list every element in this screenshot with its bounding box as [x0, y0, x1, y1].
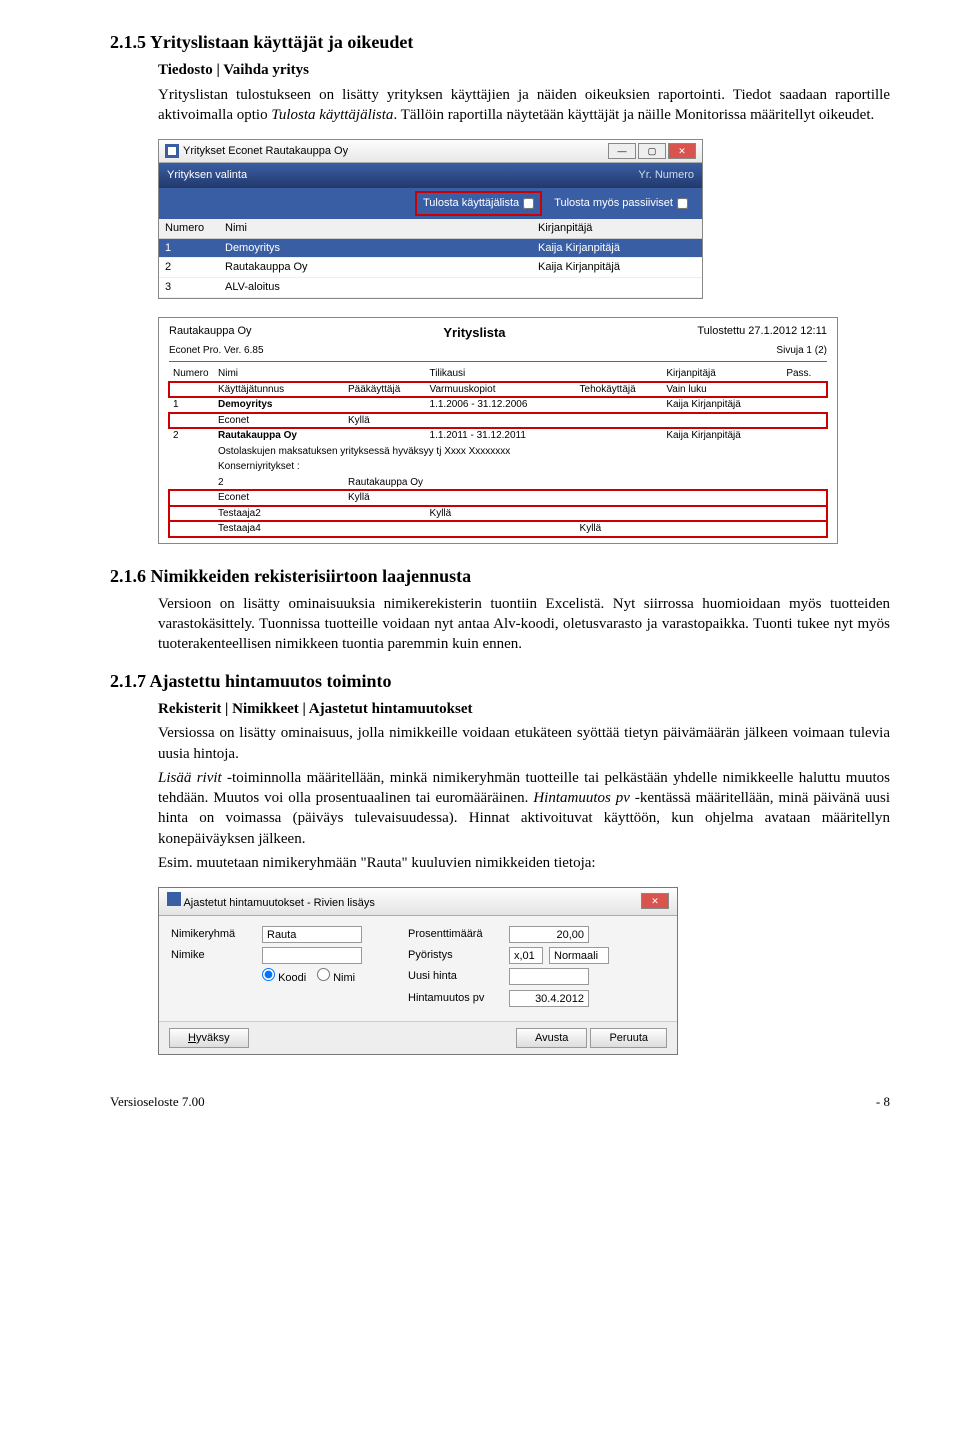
col-numero[interactable]: Numero — [159, 219, 219, 238]
report-pages: Sivuja 1 (2) — [776, 344, 827, 358]
app-icon — [165, 144, 179, 158]
breadcrumb-217: Rekisterit | Nimikkeet | Ajastetut hinta… — [158, 701, 473, 717]
input-pyoristys-1[interactable]: x,01 — [509, 947, 543, 964]
radio-nimi[interactable]: Nimi — [317, 968, 362, 986]
close-button[interactable]: ✕ — [668, 143, 696, 159]
subheader: Yrityksen valinta Yr. Numero — [159, 163, 702, 188]
table-row[interactable]: 1DemoyritysKaija Kirjanpitäjä — [159, 238, 702, 258]
dialog-title-text: Ajastetut hintamuutokset - Rivien lisäys — [183, 897, 374, 909]
label-uusi-hinta: Uusi hinta — [408, 969, 503, 984]
app-window-yritykset: Yritykset Econet Rautakauppa Oy — ▢ ✕ Yr… — [158, 139, 703, 299]
col-nimi[interactable]: Nimi — [219, 219, 532, 238]
footer-right: - 8 — [876, 1093, 890, 1111]
subheader-title: Yrityksen valinta — [167, 168, 247, 183]
minimize-button[interactable]: — — [608, 143, 636, 159]
peruuta-button[interactable]: Peruuta — [590, 1028, 667, 1048]
breadcrumb-215: Tiedosto | Vaihda yritys — [158, 62, 309, 78]
label-pyoristys: Pyöristys — [408, 948, 503, 963]
heading-215: 2.1.5 Yrityslistaan käyttäjät ja oikeude… — [110, 30, 890, 54]
titlebar: Yritykset Econet Rautakauppa Oy — ▢ ✕ — [159, 140, 702, 163]
para-216: Versioon on lisätty ominaisuuksia nimike… — [158, 594, 890, 655]
radio-koodi[interactable]: Koodi — [262, 968, 307, 986]
titlebar-text: Yritykset Econet Rautakauppa Oy — [183, 144, 348, 159]
dialog-ajastetut-hintamuutokset: Ajastetut hintamuutokset - Rivien lisäys… — [158, 887, 678, 1055]
para-217-2: Lisää rivit -toiminnolla määritellään, m… — [158, 768, 890, 849]
input-uusi-hinta[interactable] — [509, 968, 589, 985]
label-prosenttimaara: Prosenttimäärä — [408, 927, 503, 942]
heading-216: 2.1.6 Nimikkeiden rekisterisiirtoon laaj… — [110, 564, 890, 588]
company-table: Numero Nimi Kirjanpitäjä 1DemoyritysKaij… — [159, 219, 702, 298]
footer-left: Versioseloste 7.00 — [110, 1093, 205, 1111]
dialog-close-button[interactable]: ✕ — [641, 893, 669, 909]
label-hintamuutos-pv: Hintamuutos pv — [408, 991, 503, 1006]
maximize-button[interactable]: ▢ — [638, 143, 666, 159]
table-row[interactable]: 3ALV-aloitus — [159, 278, 702, 298]
col-kirjanpitaja[interactable]: Kirjanpitäjä — [532, 219, 702, 238]
para-215: Yrityslistan tulostukseen on lisätty yri… — [158, 85, 890, 126]
section-216: 2.1.6 Nimikkeiden rekisterisiirtoon laaj… — [110, 564, 890, 655]
chk-tulosta-passiiviset[interactable]: Tulosta myös passiiviset — [548, 191, 694, 216]
para-217-1: Versiossa on lisätty ominaisuus, jolla n… — [158, 723, 890, 764]
report-yrityslista: Rautakauppa Oy Yrityslista Tulostettu 27… — [158, 317, 838, 544]
label-nimike: Nimike — [171, 948, 256, 963]
input-nimike[interactable] — [262, 947, 362, 964]
chk-tulosta-kayttajalista[interactable]: Tulosta käyttäjälista — [415, 191, 542, 216]
dialog-icon — [167, 892, 181, 906]
report-company: Rautakauppa Oy — [169, 324, 252, 342]
report-title: Yrityslista — [443, 324, 505, 342]
heading-217: 2.1.7 Ajastettu hintamuutos toiminto — [110, 669, 890, 693]
input-pyoristys-2[interactable]: Normaali — [549, 947, 609, 964]
page-footer: Versioseloste 7.00 - 8 — [110, 1093, 890, 1111]
subheader-right: Yr. Numero — [638, 168, 694, 183]
section-215: 2.1.5 Yrityslistaan käyttäjät ja oikeude… — [110, 30, 890, 125]
label-nimikeryhma: Nimikeryhmä — [171, 927, 256, 942]
input-hintamuutos-pv[interactable]: 30.4.2012 — [509, 990, 589, 1007]
table-row[interactable]: 2Rautakauppa OyKaija Kirjanpitäjä — [159, 258, 702, 278]
hyvaksy-button[interactable]: Hyväksy — [169, 1028, 249, 1048]
section-217: 2.1.7 Ajastettu hintamuutos toiminto Rek… — [110, 669, 890, 873]
avusta-button[interactable]: Avusta — [516, 1028, 587, 1048]
input-prosenttimaara[interactable]: 20,00 — [509, 926, 589, 943]
report-version: Econet Pro. Ver. 6.85 — [169, 344, 264, 358]
para-217-3: Esim. muutetaan nimikeryhmään "Rauta" ku… — [158, 853, 890, 873]
report-printed: Tulostettu 27.1.2012 12:11 — [697, 324, 827, 342]
input-nimikeryhma[interactable]: Rauta — [262, 926, 362, 943]
